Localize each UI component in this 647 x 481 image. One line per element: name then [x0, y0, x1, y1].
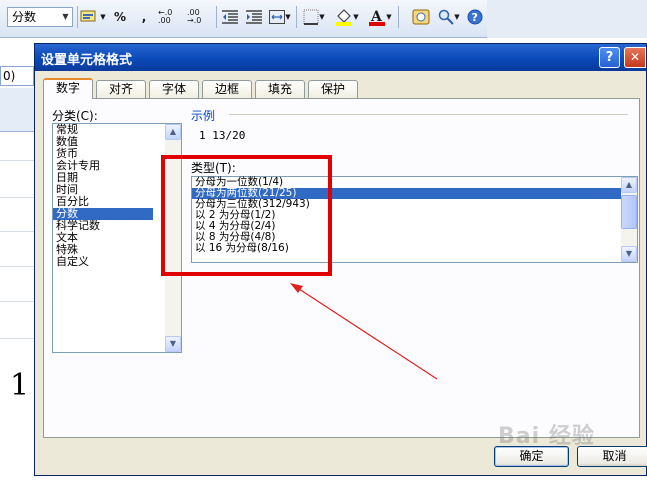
increase-indent-button[interactable] — [243, 6, 265, 28]
fill-color-button[interactable]: ▼ — [332, 6, 362, 28]
scroll-thumb[interactable] — [621, 195, 637, 229]
type-scrollbar[interactable]: ▲ ▼ — [621, 177, 637, 262]
grid-line — [0, 338, 34, 339]
toolbar-separator — [296, 6, 297, 28]
comma-style-button[interactable]: , — [136, 6, 152, 28]
tab-protection[interactable]: 保护 — [308, 80, 358, 98]
sample-label: 示例 — [191, 109, 216, 123]
research-button[interactable] — [410, 6, 432, 28]
dialog-help-button[interactable]: ? — [599, 47, 620, 68]
scroll-up-arrow-icon[interactable]: ▲ — [621, 177, 637, 193]
toolbar-separator — [398, 6, 399, 28]
font-color-icon: A — [369, 9, 386, 26]
merge-center-icon — [269, 10, 286, 24]
grid-line — [0, 231, 34, 232]
merge-center-button[interactable]: ▼ — [267, 6, 293, 28]
chevron-down-icon: ▼ — [62, 12, 69, 21]
scroll-up-arrow-icon[interactable]: ▲ — [165, 124, 181, 140]
percent-style-button[interactable]: % — [110, 6, 130, 28]
format-cells-dialog: 设置单元格格式 ? ✕ 数字 对齐 字体 边框 填充 保护 分类(C): 常规 … — [34, 43, 647, 476]
chevron-down-icon: ▼ — [353, 13, 359, 21]
scroll-down-arrow-icon[interactable]: ▼ — [165, 336, 181, 352]
grid-line — [0, 266, 34, 267]
dialog-close-button[interactable]: ✕ — [624, 47, 646, 68]
indent-increase-icon — [246, 10, 262, 24]
number-tab-panel: 分类(C): 常规 数值 货币 会计专用 日期 时间 百分比 分数 科学记数 文… — [43, 98, 640, 438]
indent-decrease-icon — [222, 10, 238, 24]
type-list[interactable]: 分母为一位数(1/4) 分母为两位数(21/25) 分母为三位数(312/943… — [191, 176, 638, 263]
category-scrollbar[interactable]: ▲ ▼ — [165, 124, 181, 352]
zoom-icon — [439, 9, 455, 25]
toolbar-separator — [77, 6, 78, 28]
type-item[interactable]: 以 16 为分母(8/16) — [192, 243, 637, 254]
tab-border[interactable]: 边框 — [202, 80, 252, 98]
name-box[interactable]: 0) — [0, 66, 34, 86]
tab-alignment[interactable]: 对齐 — [96, 80, 146, 98]
column-header-strip — [0, 88, 34, 132]
chevron-down-icon: ▼ — [319, 13, 325, 21]
category-item[interactable]: 自定义 — [53, 256, 181, 268]
font-color-button[interactable]: A ▼ — [365, 6, 395, 28]
increase-decimal-button[interactable]: ←.0 .00 — [158, 6, 184, 28]
grid-line — [0, 301, 34, 302]
help-button[interactable]: ? — [466, 6, 484, 28]
scroll-down-arrow-icon[interactable]: ▼ — [621, 246, 637, 262]
fill-color-icon — [336, 9, 353, 26]
format-painter-button[interactable]: ▼ — [80, 6, 106, 28]
category-list[interactable]: 常规 数值 货币 会计专用 日期 时间 百分比 分数 科学记数 文本 特殊 自定… — [52, 123, 182, 353]
chevron-down-icon: ▼ — [386, 13, 392, 21]
ok-button[interactable]: 确定 — [494, 446, 569, 467]
toolbar-separator — [216, 6, 217, 28]
grid-line — [0, 197, 34, 198]
chevron-down-icon: ▼ — [454, 13, 460, 21]
excel-toolbar: 分数 ▼ ▼ % , ←.0 .00 .00 →.0 ▼ ▼ ▼ A ▼ ▼ ? — [0, 0, 647, 38]
borders-icon — [303, 9, 319, 25]
category-label: 分类(C): — [52, 109, 98, 123]
grid-line — [0, 160, 34, 161]
chevron-down-icon: ▼ — [285, 13, 291, 21]
type-label: 类型(T): — [191, 161, 236, 175]
zoom-button[interactable]: ▼ — [434, 6, 464, 28]
number-format-value: 分数 — [12, 10, 37, 24]
dialog-title: 设置单元格格式 — [41, 53, 133, 68]
sample-divider — [229, 114, 628, 115]
chevron-down-icon: ▼ — [100, 13, 106, 21]
help-icon: ? — [467, 9, 483, 25]
watermark: Bai 经验 — [498, 424, 595, 449]
svg-text:?: ? — [472, 11, 478, 24]
dialog-titlebar[interactable]: 设置单元格格式 ? ✕ — [35, 44, 646, 71]
decrease-decimal-button[interactable]: .00 →.0 — [187, 6, 213, 28]
tab-fill[interactable]: 填充 — [255, 80, 305, 98]
number-format-dropdown[interactable]: 分数 ▼ — [7, 7, 73, 27]
cancel-button[interactable]: 取消 — [577, 446, 647, 467]
borders-button[interactable]: ▼ — [299, 6, 329, 28]
sample-value: 1 13/20 — [199, 129, 246, 142]
sample-group: 示例 1 13/20 — [191, 107, 628, 142]
tab-number[interactable]: 数字 — [43, 78, 93, 99]
research-icon — [412, 9, 430, 25]
toolbar-empty-area — [487, 0, 647, 38]
tab-font[interactable]: 字体 — [149, 80, 199, 98]
decrease-indent-button[interactable] — [219, 6, 241, 28]
cell-value[interactable]: 1 — [10, 368, 29, 403]
format-painter-icon — [80, 10, 96, 22]
